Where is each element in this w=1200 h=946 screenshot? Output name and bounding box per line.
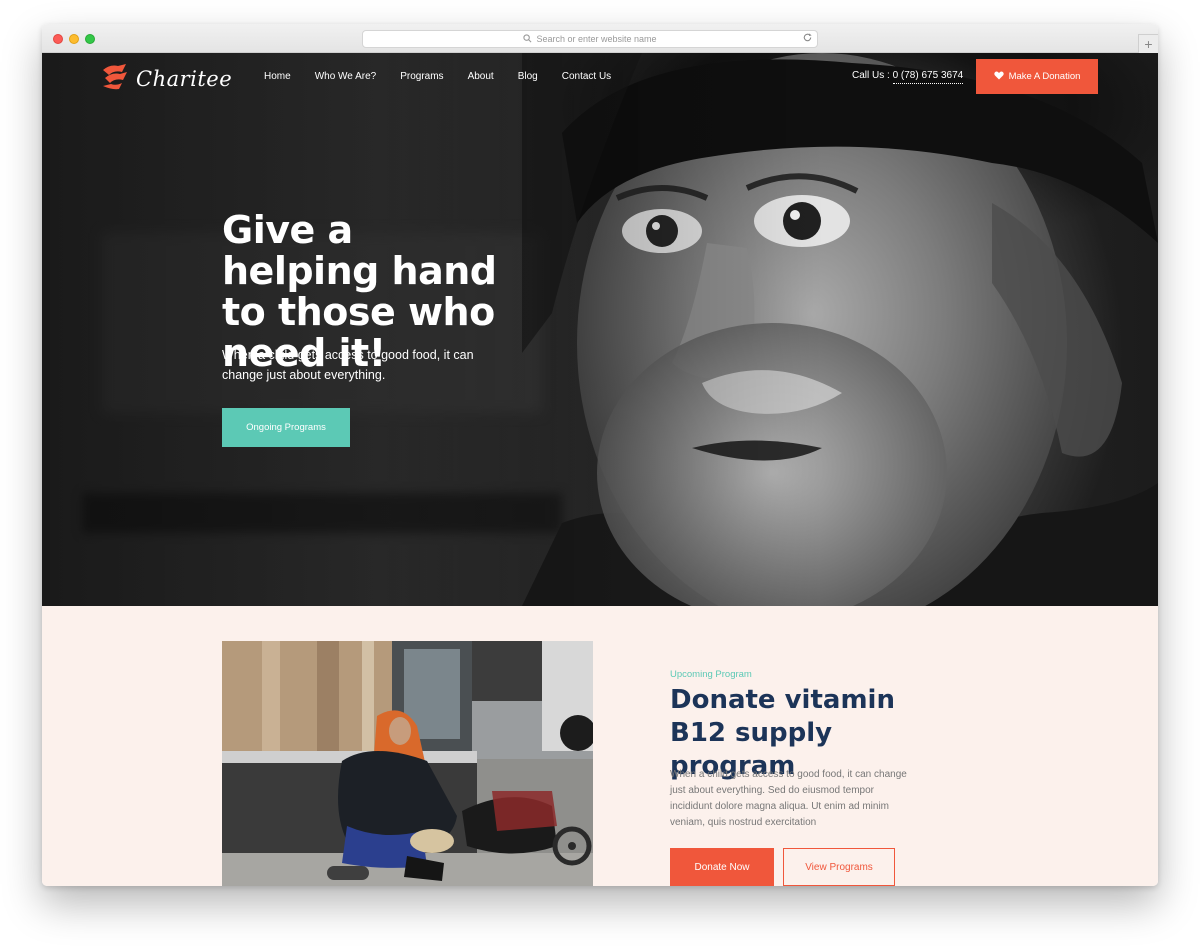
program-photo [222, 641, 593, 886]
browser-window: Search or enter website name + Charitee … [42, 24, 1158, 886]
upcoming-program-section: Upcoming Program Donate vitamin B12 supp… [42, 606, 1158, 886]
heart-icon [993, 71, 1004, 83]
nav-item-blog[interactable]: Blog [518, 71, 538, 82]
hero-subtitle: When a child gets access to good food, i… [222, 348, 474, 382]
search-icon [523, 32, 532, 48]
new-tab-button[interactable]: + [1138, 34, 1158, 54]
close-window-button[interactable] [53, 34, 63, 44]
program-description: When a child gets access to good food, i… [670, 769, 907, 828]
upcoming-program-label: Upcoming Program [670, 669, 752, 680]
address-bar[interactable]: Search or enter website name [362, 30, 818, 48]
nav-item-home[interactable]: Home [264, 71, 291, 82]
charitee-logo-icon [100, 61, 130, 96]
call-label: Call Us : [852, 70, 890, 81]
reload-icon[interactable] [802, 32, 813, 48]
site-logo[interactable]: Charitee [100, 61, 232, 96]
phone-number-link[interactable]: 0 (78) 675 3674 [892, 70, 964, 84]
logo-text: Charitee [136, 66, 233, 91]
nav-item-contact-us[interactable]: Contact Us [562, 71, 611, 82]
nav-item-who-we-are[interactable]: Who We Are? [315, 71, 377, 82]
call-us: Call Us : 0 (78) 675 3674 [852, 70, 964, 84]
address-placeholder: Search or enter website name [536, 34, 657, 44]
ongoing-programs-button[interactable]: Ongoing Programs [222, 408, 350, 447]
hero-section: Charitee Home Who We Are? Programs About… [42, 53, 1158, 606]
nav-item-about[interactable]: About [468, 71, 494, 82]
hero-overlay [42, 53, 1158, 606]
maximize-window-button[interactable] [85, 34, 95, 44]
view-programs-button[interactable]: View Programs [783, 848, 895, 886]
minimize-window-button[interactable] [69, 34, 79, 44]
main-nav: Home Who We Are? Programs About Blog Con… [264, 71, 635, 82]
nav-item-programs[interactable]: Programs [400, 71, 443, 82]
browser-titlebar: Search or enter website name + [42, 24, 1158, 54]
make-donation-label: Make A Donation [1008, 71, 1081, 82]
donate-now-button[interactable]: Donate Now [670, 848, 774, 886]
make-donation-button[interactable]: Make A Donation [976, 59, 1098, 94]
